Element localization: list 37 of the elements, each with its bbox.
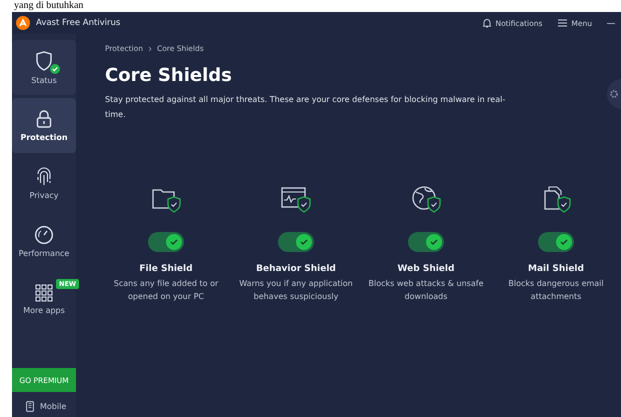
lock-icon — [35, 109, 53, 129]
shield-description: Warns you if any application behaves suspiciously — [238, 278, 354, 303]
page-title: Core Shields — [105, 65, 233, 86]
check-icon — [560, 238, 568, 246]
page-caption: yang di butuhkan — [13, 0, 84, 12]
logo-icon — [16, 16, 30, 30]
check-icon — [170, 238, 178, 246]
chevron-icon — [148, 46, 152, 52]
check-icon — [300, 238, 308, 246]
bell-icon — [483, 18, 492, 28]
window-title: Avast Free Antivirus — [36, 18, 122, 28]
menu-icon — [558, 19, 568, 27]
shield-description: Blocks dangerous email attachments — [507, 278, 605, 302]
sidebar-item[interactable]: Status — [12, 40, 76, 95]
shield-name: Web Shield — [398, 264, 454, 274]
phone-icon — [26, 401, 34, 412]
globe-shield-icon — [410, 184, 442, 214]
fingerprint-icon — [35, 167, 53, 187]
shield-name: File Shield — [139, 264, 193, 274]
sidebar-item[interactable]: Privacy — [12, 156, 76, 211]
shield-name: Mail Shield — [528, 264, 584, 274]
shield-description: Scans any file added to or opened on your PC — [112, 278, 220, 303]
shield-name: Behavior Shield — [256, 264, 336, 274]
page-description: Stay protected against all major threats. These are your core defenses for blocking malware in real-time. — [105, 94, 506, 121]
minimize-button[interactable] — [607, 22, 615, 24]
sidebar-item[interactable]: Protection — [12, 98, 76, 153]
toggle-switch[interactable] — [278, 232, 314, 252]
shield-description: Blocks web attacks & unsafe downloads — [368, 278, 484, 302]
grid-icon — [35, 284, 53, 302]
mobile-link[interactable]: Mobile — [12, 398, 76, 417]
toggle-switch[interactable] — [408, 232, 444, 252]
settings-icon — [609, 89, 619, 99]
toggle-switch[interactable] — [538, 232, 574, 252]
check-icon — [430, 238, 438, 246]
toggle-switch[interactable] — [148, 232, 184, 252]
sidebar-item[interactable]: Performance — [12, 214, 76, 269]
gauge-icon — [34, 225, 54, 245]
